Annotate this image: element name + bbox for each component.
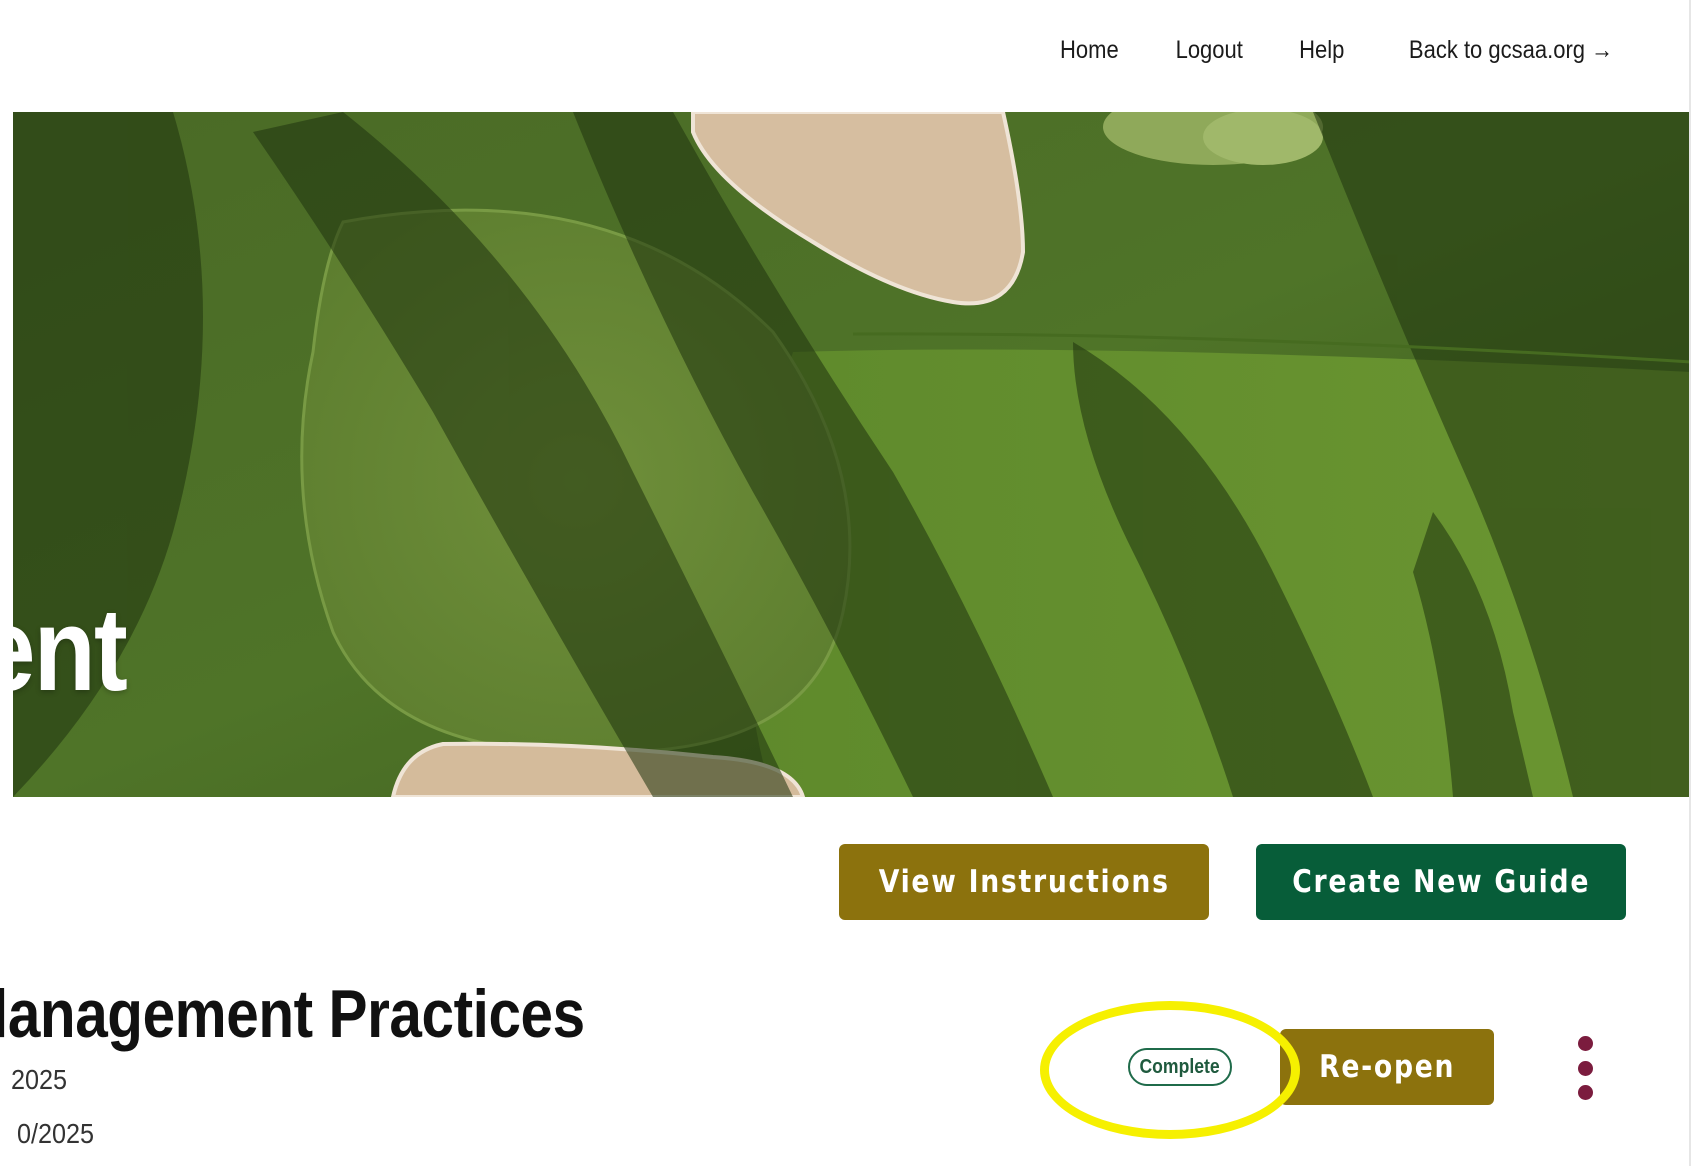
nav-home-link[interactable]: Home [1060, 36, 1119, 65]
create-new-guide-button[interactable]: Create New Guide [1256, 844, 1626, 920]
guide-date-created: 2025 [11, 1064, 68, 1095]
nav-back-to-gcsaa-link[interactable]: Back to gcsaa.org → [1409, 36, 1613, 65]
guide-date-updated: 0/2025 [17, 1118, 95, 1149]
reopen-label: Re-open [1318, 1049, 1456, 1085]
status-badge: Complete [1128, 1048, 1232, 1086]
nav-help-link[interactable]: Help [1299, 36, 1344, 65]
reopen-button[interactable]: Re-open [1280, 1029, 1494, 1105]
more-vertical-icon[interactable] [1570, 1036, 1600, 1100]
hero-golf-green-image [13, 112, 1691, 797]
top-navigation: Home Logout Help Back to gcsaa.org → [1056, 36, 1627, 65]
page: Home Logout Help Back to gcsaa.org → nt … [0, 0, 1691, 1166]
kebab-dot [1577, 1085, 1593, 1100]
kebab-dot [1577, 1060, 1593, 1076]
view-instructions-button[interactable]: View Instructions [839, 844, 1209, 920]
guide-title: lanagement Practices [0, 976, 585, 1052]
status-badge-label: Complete [1139, 1055, 1221, 1078]
hero-banner: ent [13, 112, 1691, 797]
hero-title: ent [13, 584, 128, 716]
view-instructions-label: View Instructions [878, 864, 1170, 900]
kebab-dot [1577, 1036, 1593, 1051]
nav-logout-link[interactable]: Logout [1176, 36, 1243, 65]
create-new-guide-label: Create New Guide [1292, 864, 1590, 900]
